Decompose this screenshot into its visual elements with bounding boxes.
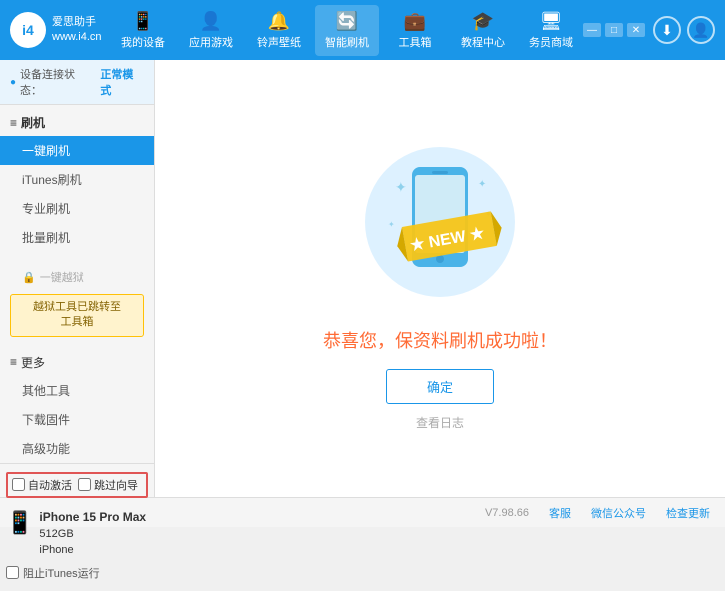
nav-toolbox-icon: 💼 [404, 11, 426, 32]
nav-tutorial[interactable]: 🎓 教程中心 [451, 5, 515, 56]
svg-text:✦: ✦ [388, 220, 395, 229]
nav-flash-label: 智能刷机 [325, 34, 369, 50]
nav-apps-label: 应用游戏 [189, 34, 233, 50]
skip-guide-checkbox[interactable] [78, 478, 91, 491]
sidebar-item-onekey-flash[interactable]: 一键刷机 [0, 136, 154, 165]
sidebar: ● 设备连接状态： 正常模式 ≡ 刷机 一键刷机 iTunes刷机 专业刷机 批… [0, 60, 155, 497]
nav-ringtone[interactable]: 🔔 铃声壁纸 [247, 5, 311, 56]
top-right-controls: — □ ✕ ⬇ 👤 [583, 16, 715, 44]
nav-my-device[interactable]: 📱 我的设备 [111, 5, 175, 56]
block-itunes-label: 阻止iTunes运行 [23, 565, 100, 581]
device-phone-icon: 📱 [6, 510, 33, 536]
nav-tutorial-icon: 🎓 [472, 11, 494, 32]
logo-icon: i4 [10, 12, 46, 48]
nav-apps-games[interactable]: 👤 应用游戏 [179, 5, 243, 56]
auto-activate-option[interactable]: 自动激活 [12, 477, 72, 493]
svg-text:✦: ✦ [478, 179, 486, 190]
device-storage: 512GB [39, 526, 146, 543]
sidebar-item-advanced[interactable]: 高级功能 [0, 434, 154, 463]
nav-ringtone-label: 铃声壁纸 [257, 34, 301, 50]
nav-tutorial-label: 教程中心 [461, 34, 505, 50]
sidebar-item-other-tools[interactable]: 其他工具 [0, 376, 154, 405]
sidebar-item-batch-flash[interactable]: 批量刷机 [0, 223, 154, 252]
sidebar-item-itunes-flash[interactable]: iTunes刷机 [0, 165, 154, 194]
nav-apps-icon: 👤 [200, 11, 222, 32]
sidebar-item-download-fw[interactable]: 下载固件 [0, 405, 154, 434]
window-controls: — □ ✕ [583, 23, 645, 37]
nav-service-icon: 🖥 [540, 11, 563, 32]
device-name: iPhone 15 Pro Max [39, 508, 146, 526]
footer-link-wechat[interactable]: 微信公众号 [591, 505, 646, 521]
device-details: iPhone 15 Pro Max 512GB iPhone [39, 508, 146, 559]
flash-group-label: ≡ 刷机 [0, 109, 154, 136]
lock-icon: 🔒 [22, 271, 36, 284]
close-icon[interactable]: ✕ [627, 23, 645, 37]
main-layout: ● 设备连接状态： 正常模式 ≡ 刷机 一键刷机 iTunes刷机 专业刷机 批… [0, 60, 725, 497]
sidebar-item-pro-flash[interactable]: 专业刷机 [0, 194, 154, 223]
success-message: 恭喜您，保资料刷机成功啦！ [323, 327, 557, 353]
status-value: 正常模式 [100, 66, 144, 98]
logo-area: i4 爱思助手 www.i4.cn [10, 12, 111, 48]
device-type: iPhone [39, 542, 146, 559]
nav-ringtone-icon: 🔔 [268, 11, 290, 32]
version-label: V7.98.66 [485, 507, 529, 519]
nav-toolbox[interactable]: 💼 工具箱 [383, 5, 447, 56]
user-icon[interactable]: 👤 [687, 16, 715, 44]
auto-activate-checkbox[interactable] [12, 478, 25, 491]
skip-guide-label: 跳过向导 [94, 477, 138, 493]
success-illustration: ✦ ✦ ✦ ✦ ★ NEW ★ [350, 127, 530, 327]
block-itunes-row: 阻止iTunes运行 [6, 563, 148, 583]
warning-box: 越狱工具已跳转至工具箱 [10, 294, 144, 337]
auto-activate-label: 自动激活 [28, 477, 72, 493]
more-group-label: ≡ 更多 [0, 349, 154, 376]
status-label: 设备连接状态： [20, 66, 96, 98]
jailbreak-disabled: 🔒 一键越狱 [0, 264, 154, 290]
logo-text: 爱思助手 www.i4.cn [52, 15, 102, 46]
status-dot-icon: ● [10, 77, 16, 88]
nav-smart-flash[interactable]: 🔄 智能刷机 [315, 5, 379, 56]
nav-bar: 📱 我的设备 👤 应用游戏 🔔 铃声壁纸 🔄 智能刷机 💼 工具箱 🎓 教程中心… [111, 5, 583, 56]
flash-section: ≡ 刷机 一键刷机 iTunes刷机 专业刷机 批量刷机 [0, 105, 154, 256]
confirm-button[interactable]: 确定 [386, 369, 494, 404]
nav-flash-icon: 🔄 [336, 11, 358, 32]
flash-group-icon: ≡ [10, 116, 17, 130]
content-area: ✦ ✦ ✦ ✦ ★ NEW ★ 恭喜您，保资料刷机成功啦！ 确定 查看日志 [155, 60, 725, 497]
nav-my-device-label: 我的设备 [121, 34, 165, 50]
status-bar: ● 设备连接状态： 正常模式 [0, 60, 154, 105]
top-bar: i4 爱思助手 www.i4.cn 📱 我的设备 👤 应用游戏 🔔 铃声壁纸 🔄… [0, 0, 725, 60]
maximize-icon[interactable]: □ [605, 23, 623, 37]
footer-link-service[interactable]: 客服 [549, 505, 571, 521]
activation-options: 自动激活 跳过向导 [6, 472, 148, 498]
nav-service-label: 务员商域 [529, 34, 573, 50]
more-group-icon: ≡ [10, 355, 17, 369]
user-actions: ⬇ 👤 [653, 16, 715, 44]
download-icon[interactable]: ⬇ [653, 16, 681, 44]
device-info: 📱 iPhone 15 Pro Max 512GB iPhone [6, 504, 148, 563]
nav-my-device-icon: 📱 [132, 11, 154, 32]
minimize-icon[interactable]: — [583, 23, 601, 37]
footer-link-update[interactable]: 检查更新 [666, 505, 710, 521]
nav-toolbox-label: 工具箱 [399, 34, 432, 50]
success-svg: ✦ ✦ ✦ ✦ ★ NEW ★ [350, 127, 530, 327]
block-itunes-checkbox[interactable] [6, 566, 19, 579]
view-log-link[interactable]: 查看日志 [416, 414, 464, 431]
skip-guide-option[interactable]: 跳过向导 [78, 477, 138, 493]
svg-text:✦: ✦ [395, 179, 407, 195]
nav-service[interactable]: 🖥 务员商域 [519, 5, 583, 56]
